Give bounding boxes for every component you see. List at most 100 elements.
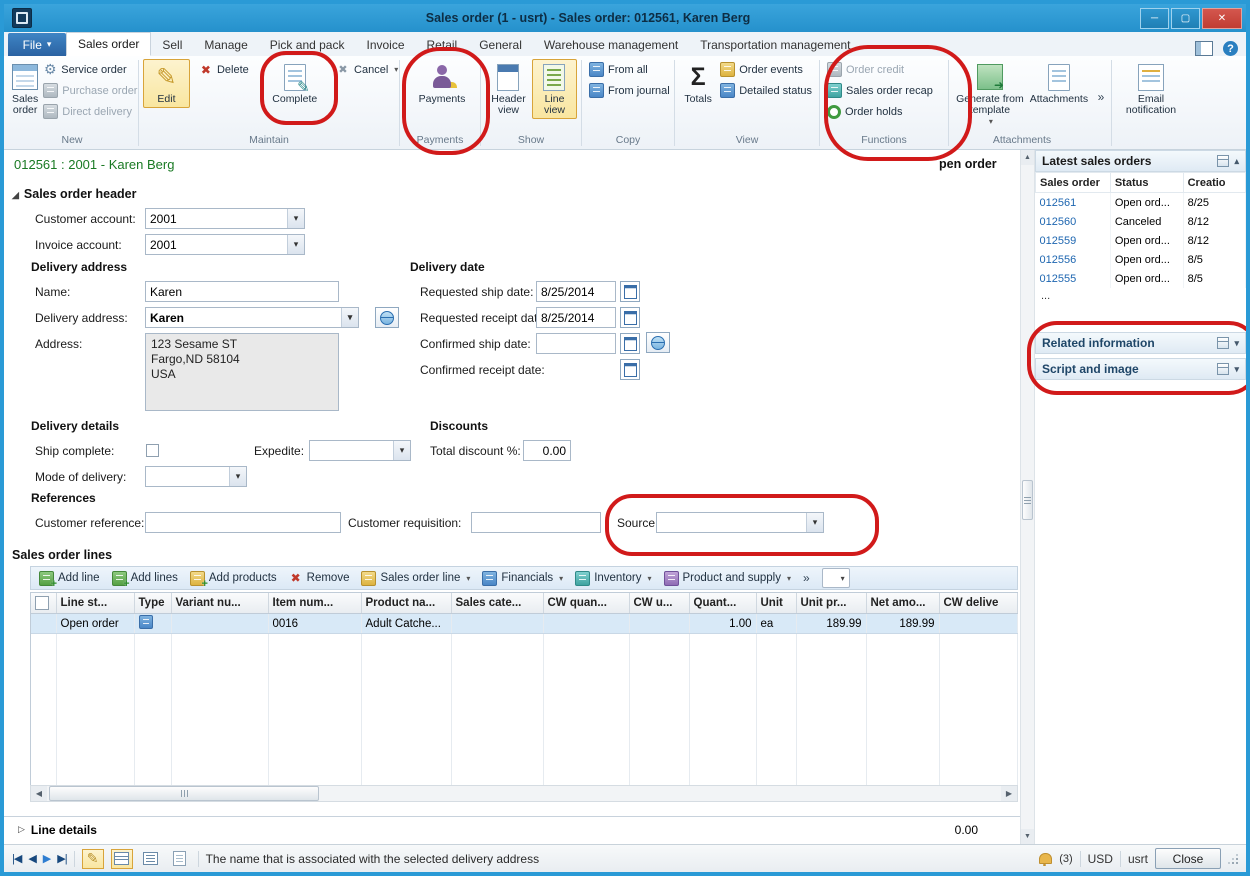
tab-manage[interactable]: Manage [193,34,258,56]
column-item-number[interactable]: Item num... [268,593,361,614]
collapse-chevron-up-icon[interactable]: ▴ [1234,156,1239,167]
expedite-field[interactable] [309,440,411,461]
grid-view-toggle[interactable] [111,849,133,869]
factbox-grid-icon[interactable] [1217,337,1229,349]
maximize-button[interactable]: ▢ [1171,8,1200,29]
scroll-right-icon[interactable]: ▶ [1001,786,1017,801]
column-line-status[interactable]: Line st... [56,593,134,614]
name-field[interactable]: Karen [145,281,339,302]
delete-button[interactable]: Delete [196,59,257,80]
list-view-toggle[interactable] [140,849,162,869]
financials-menu[interactable]: Financials [482,571,563,586]
sales-order-line-menu[interactable]: Sales order line [361,571,470,586]
cell-cw-delivery[interactable] [939,614,1017,634]
select-all-checkbox[interactable] [35,596,49,610]
requested-ship-date-field[interactable]: 8/25/2014 [536,281,616,302]
next-record-icon[interactable]: ▶ [43,852,50,865]
order-link[interactable]: 012555 [1036,269,1111,288]
detailed-status-button[interactable]: Detailed status [717,80,815,101]
column-product-name[interactable]: Product na... [361,593,451,614]
calendar-icon[interactable] [620,359,640,380]
attachments-button[interactable]: Attachments [1027,59,1091,108]
factbox-related-information-header[interactable]: Related information ▾ [1035,332,1246,354]
tab-pick-and-pack[interactable]: Pick and pack [259,34,356,56]
cell-sales-category[interactable] [451,614,543,634]
latest-column-created[interactable]: Creatio [1183,173,1245,193]
notifications-bell-icon[interactable] [1039,853,1052,864]
factbox-latest-sales-orders-header[interactable]: Latest sales orders ▴ [1035,150,1246,172]
direct-delivery-button[interactable]: Direct delivery [40,101,140,122]
edit-button[interactable]: Edit [143,59,190,108]
product-and-supply-menu[interactable]: Product and supply [664,571,791,586]
tab-transportation-management[interactable]: Transportation management [689,34,861,56]
add-lines-button[interactable]: Add lines [112,571,178,586]
line-details-bar[interactable]: ▷ Line details 0.00 [4,816,1020,842]
resize-grip[interactable] [1228,854,1238,864]
order-link[interactable]: 012559 [1036,231,1111,250]
from-all-button[interactable]: From all [586,59,673,80]
cell-line-status[interactable]: Open order [56,614,134,634]
scroll-down-icon[interactable]: ▼ [1021,829,1034,844]
cancel-button[interactable]: Cancel [333,59,395,80]
source-field[interactable] [656,512,824,533]
chevron-down-icon[interactable] [287,235,304,254]
chevron-down-icon[interactable] [229,467,246,486]
expand-chevron-down-icon[interactable]: ▾ [1234,364,1239,375]
customer-reference-field[interactable] [145,512,341,533]
chevron-down-icon[interactable] [393,441,410,460]
tab-sales-order[interactable]: Sales order [66,32,151,56]
order-link[interactable]: 012560 [1036,212,1111,231]
column-unit[interactable]: Unit [756,593,796,614]
scroll-left-icon[interactable]: ◀ [31,786,47,801]
from-journal-button[interactable]: From journal [586,80,673,101]
latest-column-status[interactable]: Status [1110,173,1183,193]
vertical-scrollbar[interactable]: ▲ ▼ [1020,150,1035,844]
calendar-icon[interactable] [620,281,640,302]
horizontal-scrollbar[interactable]: ◀ ▶ [30,785,1018,802]
ship-complete-checkbox[interactable] [146,444,159,457]
column-net-amount[interactable]: Net amo... [866,593,939,614]
column-cw-quantity[interactable]: CW quan... [543,593,629,614]
document-handling-button[interactable] [169,849,191,869]
scrollbar-thumb[interactable] [49,786,319,801]
close-button[interactable]: Close [1155,848,1221,869]
tab-general[interactable]: General [468,34,533,56]
order-credit-button[interactable]: Order credit [824,59,936,80]
latest-more-indicator[interactable]: ... [1035,288,1246,304]
add-products-button[interactable]: Add products [190,571,277,586]
delivery-schedule-button[interactable] [646,332,670,353]
ribbon-overflow-chevron[interactable]: » [1098,90,1105,104]
order-link[interactable]: 012561 [1036,193,1111,213]
column-sales-category[interactable]: Sales cate... [451,593,543,614]
section-header-sales-order-lines[interactable]: Sales order lines [12,548,112,562]
add-line-button[interactable]: Add line [39,571,100,586]
file-menu-button[interactable]: File [8,33,66,56]
cell-unit-price[interactable]: 189.99 [796,614,866,634]
cell-type[interactable] [134,614,171,634]
select-all-header[interactable] [31,593,56,614]
factbox-grid-icon[interactable] [1217,155,1229,167]
expand-chevron-down-icon[interactable]: ▾ [1234,338,1239,349]
inventory-menu[interactable]: Inventory [575,571,651,586]
previous-record-icon[interactable]: ◀ [28,852,35,865]
list-item[interactable]: 012559 Open ord... 8/12 [1036,231,1246,250]
payments-button[interactable]: Payments [411,59,473,108]
cell-net-amount[interactable]: 189.99 [866,614,939,634]
purchase-order-button[interactable]: Purchase order [40,80,140,101]
minimize-button[interactable]: ─ [1140,8,1169,29]
customer-account-field[interactable]: 2001 [145,208,305,229]
tab-sell[interactable]: Sell [151,34,193,56]
factbox-grid-icon[interactable] [1217,363,1229,375]
edit-address-button[interactable] [375,307,399,328]
toolbar-overflow-chevron[interactable]: » [803,571,810,585]
column-quantity[interactable]: Quant... [689,593,756,614]
chevron-down-icon[interactable] [287,209,304,228]
total-discount-field[interactable]: 0.00 [523,440,571,461]
column-unit-price[interactable]: Unit pr... [796,593,866,614]
email-notification-button[interactable]: Email notification [1118,59,1184,119]
close-icon[interactable]: ✕ [1202,8,1242,29]
order-link[interactable]: 012556 [1036,250,1111,269]
chevron-down-icon[interactable] [341,308,358,327]
scrollbar-thumb[interactable] [1022,480,1033,520]
latest-column-sales-order[interactable]: Sales order [1036,173,1111,193]
